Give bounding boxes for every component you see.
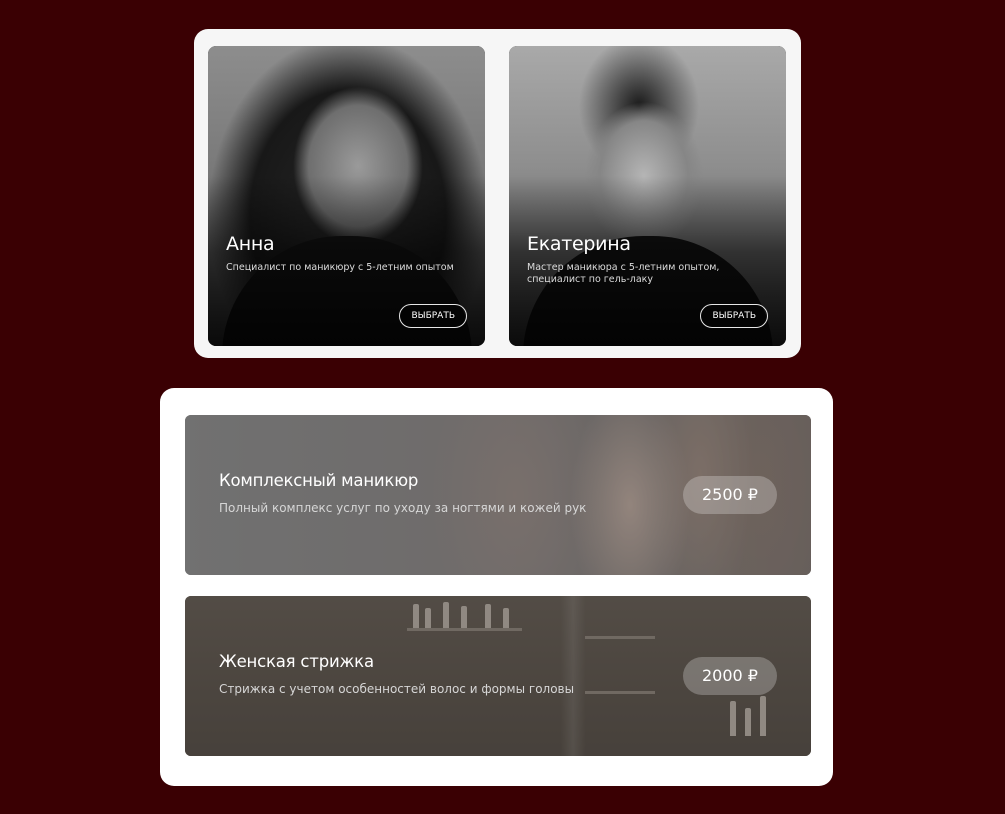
specialists-panel: Анна Специалист по маникюру с 5-летним о… bbox=[194, 29, 801, 358]
choose-specialist-button[interactable]: ВЫБРАТЬ bbox=[700, 304, 768, 328]
service-price: 2500 ₽ bbox=[683, 476, 777, 514]
service-card-haircut[interactable]: Женская стрижка Стрижка с учетом особенн… bbox=[185, 596, 811, 756]
specialist-card-ekaterina[interactable]: Екатерина Мастер маникюра с 5-летним опы… bbox=[509, 46, 786, 346]
choose-specialist-button[interactable]: ВЫБРАТЬ bbox=[399, 304, 467, 328]
service-card-manicure[interactable]: Комплексный маникюр Полный комплекс услу… bbox=[185, 415, 811, 575]
specialist-description: Мастер маникюра с 5-летним опытом, специ… bbox=[527, 262, 720, 285]
service-title: Комплексный маникюр bbox=[219, 471, 419, 490]
service-price: 2000 ₽ bbox=[683, 657, 777, 695]
services-panel: Комплексный маникюр Полный комплекс услу… bbox=[160, 388, 833, 786]
specialist-card-anna[interactable]: Анна Специалист по маникюру с 5-летним о… bbox=[208, 46, 485, 346]
service-description: Стрижка с учетом особенностей волос и фо… bbox=[219, 682, 575, 696]
service-description: Полный комплекс услуг по уходу за ногтям… bbox=[219, 501, 587, 515]
specialist-name: Екатерина bbox=[527, 233, 631, 255]
service-title: Женская стрижка bbox=[219, 652, 374, 671]
specialist-name: Анна bbox=[226, 233, 275, 255]
specialist-description: Специалист по маникюру с 5-летним опытом bbox=[226, 262, 454, 273]
